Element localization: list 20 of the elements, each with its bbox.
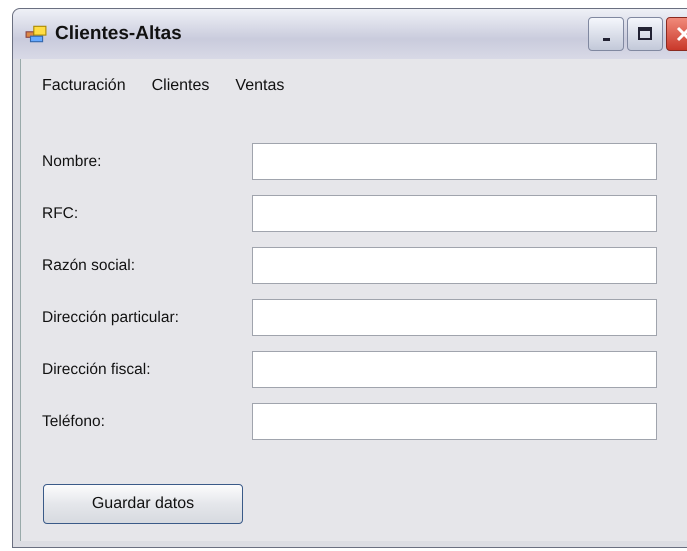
maximize-button[interactable]: [627, 17, 663, 51]
menu-item[interactable]: Clientes: [152, 77, 210, 95]
input-field[interactable]: [252, 299, 657, 336]
field-label: RFC:: [42, 204, 80, 222]
save-button[interactable]: Guardar datos: [43, 484, 243, 524]
menu-item[interactable]: Facturación: [42, 77, 126, 95]
input-field[interactable]: [252, 351, 657, 388]
field-label: Dirección fiscal:: [42, 360, 152, 378]
field-label: Teléfono:: [42, 412, 106, 430]
window-title: Clientes-Altas: [55, 23, 182, 45]
input-field[interactable]: [252, 143, 657, 180]
field-label: Dirección particular:: [42, 308, 180, 326]
minimize-icon: [602, 38, 610, 40]
app-icon: [25, 25, 47, 43]
menu-item[interactable]: Ventas: [235, 77, 284, 95]
field-label: Nombre:: [42, 152, 102, 170]
input-field[interactable]: [252, 403, 657, 440]
input-field[interactable]: [252, 195, 657, 232]
field-label: Razón social:: [42, 256, 136, 274]
input-field[interactable]: [252, 247, 657, 284]
